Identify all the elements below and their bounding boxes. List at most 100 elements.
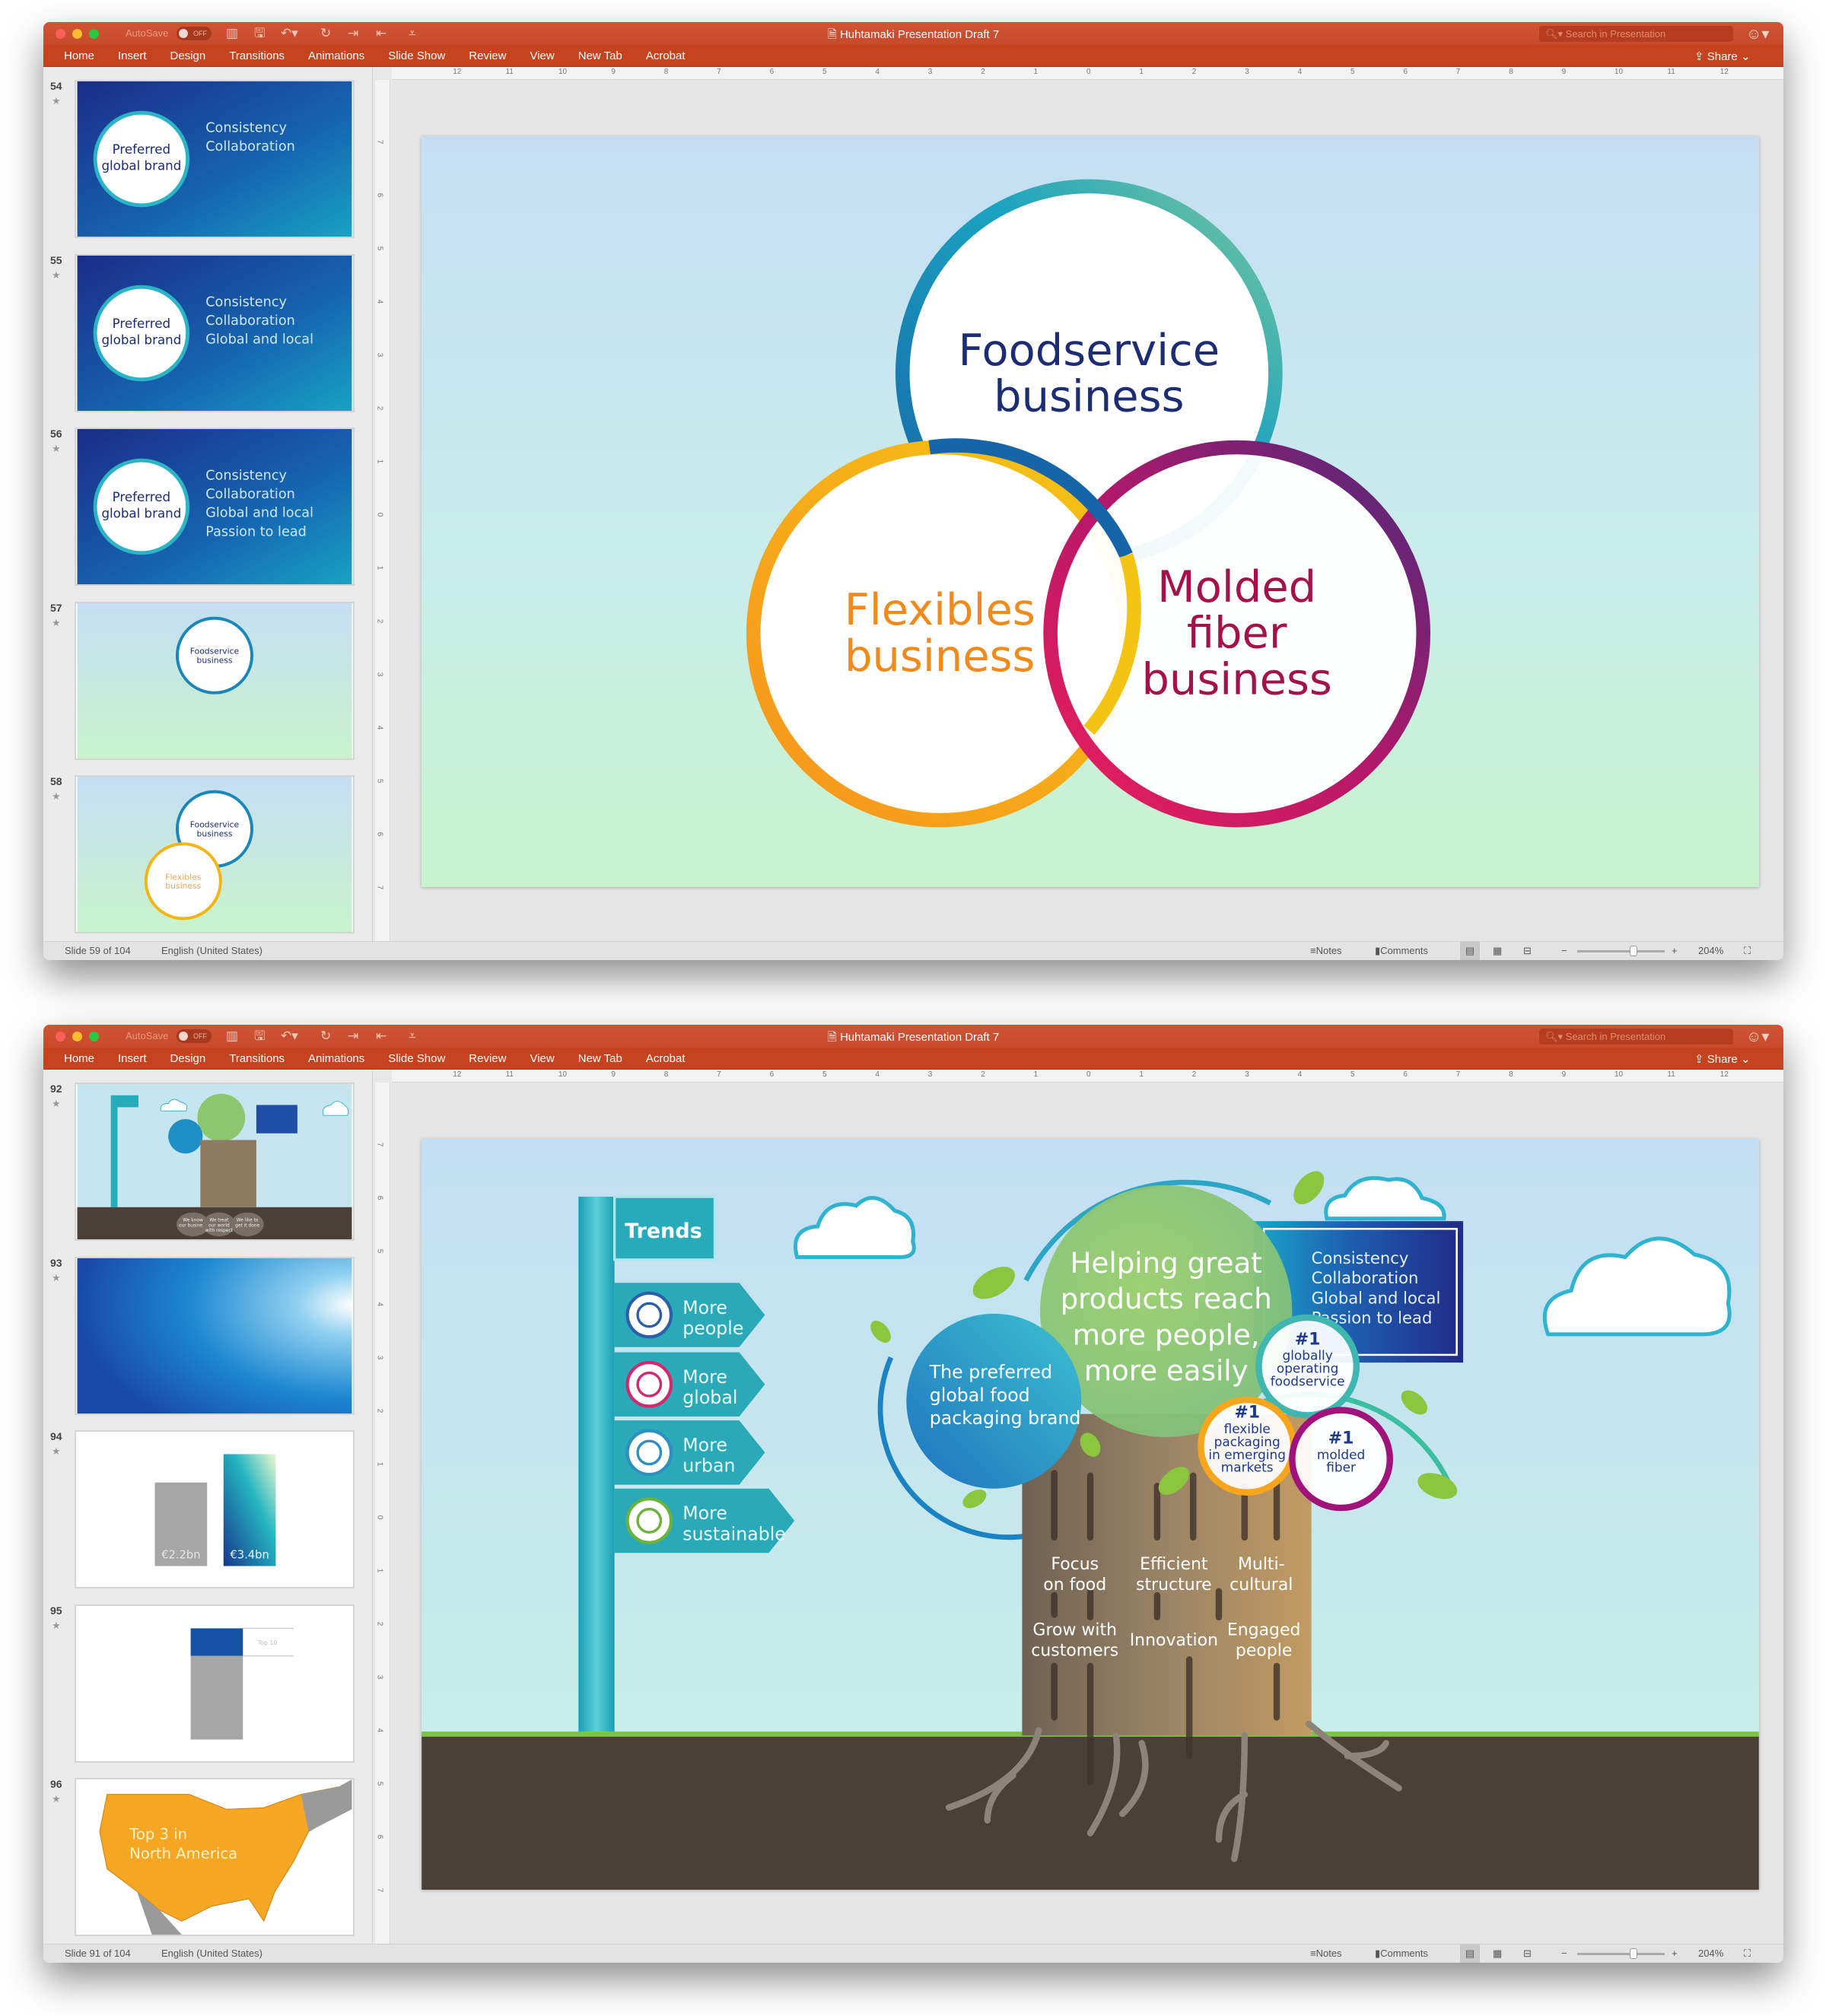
slide-thumbnail-94[interactable]: €2.2bn €3.4bn [75,1430,355,1588]
ruler-label: 6 [375,1195,384,1200]
slide-counter: Slide 91 of 104 [65,1948,131,1959]
slide-thumbnail-panel[interactable]: 54 ★ Preferred global brand Consistency Colla… [43,67,373,941]
slide-thumbnail-58[interactable]: Foodservice business Flexibles business [75,775,355,933]
search-icon: 🔍︎▾ [1545,1031,1566,1042]
slide-thumbnail-57[interactable]: Foodservice business [75,601,355,760]
ruler-label: 4 [375,725,384,730]
ruler-label: 9 [611,68,616,76]
slide-thumbnail-93[interactable] [75,1256,355,1415]
chevron-down-icon[interactable]: ⌄ [1738,50,1751,63]
fit-to-window-icon[interactable]: ⛶ [1744,1944,1751,1963]
thumb-text: Collaboration [205,139,295,154]
document-title: Huhtamaki Presentation Draft 7 [839,1031,1000,1044]
tab-home[interactable]: Home [64,49,94,62]
fit-to-window-icon[interactable]: ⛶ [1744,942,1751,960]
presenter-view-icon[interactable]: ⊟ [1523,1944,1532,1963]
tab-animations[interactable]: Animations [308,49,364,62]
slide-thumbnail-92[interactable]: We know our business We treat our world with… [75,1083,355,1241]
ruler-label: 7 [375,1142,384,1147]
feedback-smiley-icon[interactable]: ☺▾ [1746,24,1769,43]
current-slide-venn[interactable]: Foodservice business Flexibles business … [422,136,1759,887]
foodservice-label-2: business [994,371,1184,422]
notes-button[interactable]: ≡ Notes [1310,1944,1342,1963]
tab-home[interactable]: Home [64,1052,94,1065]
comments-button[interactable]: ▮ Comments [1375,1944,1428,1963]
tab-review[interactable]: Review [469,1052,506,1065]
zoom-level[interactable]: 204% [1698,1944,1723,1963]
language-status[interactable]: English (United States) [161,1944,262,1963]
tab-slide-show[interactable]: Slide Show [388,49,445,62]
slide-sorter-icon[interactable]: ▦ [1493,942,1502,960]
normal-view-icon[interactable]: ▤ [1460,1944,1480,1963]
zoom-slider[interactable] [1577,950,1665,952]
tab-slide-show[interactable]: Slide Show [388,1052,445,1065]
current-slide-tree[interactable]: Trends More people More global More urban More… [422,1139,1759,1890]
slide-thumbnail-96[interactable]: Top 3 in North America [75,1778,355,1936]
thumb-text: our world [208,1223,230,1228]
zoom-slider[interactable] [1577,1953,1665,1955]
normal-view-icon[interactable]: ▤ [1460,942,1480,960]
tab-view[interactable]: View [530,49,554,62]
tab-animations[interactable]: Animations [308,1052,364,1065]
ruler-label: 2 [375,1408,384,1413]
language-status[interactable]: English (United States) [161,942,262,960]
slide-thumbnail-55[interactable]: Preferred global brand Consistency Collabor… [75,253,355,412]
zoom-level[interactable]: 204% [1698,942,1723,960]
star-icon: ★ [52,95,61,107]
ruler-label: 11 [1667,1070,1675,1079]
feedback-smiley-icon[interactable]: ☺▾ [1746,1027,1769,1046]
ribbon-tabs: Home Insert Design Transitions Animations Sli… [43,45,1783,67]
slide-thumbnail-56[interactable]: Preferred global brand Consistency Collabor… [75,428,355,586]
mission-label: more easily [1084,1354,1249,1388]
tab-view[interactable]: View [530,1052,554,1065]
tab-acrobat[interactable]: Acrobat [646,1052,686,1065]
chevron-down-icon[interactable]: ⌄ [1738,1053,1751,1066]
map-label: North America [129,1845,237,1862]
tab-list: Home Insert Design Transitions Animations Sli… [64,1052,686,1065]
thumb-text: global brand [101,507,181,521]
search-input[interactable]: 🔍︎▾ Search in Presentation [1539,1029,1733,1045]
trend-label: More [682,1297,727,1318]
zoom-slider-handle[interactable] [1630,1948,1637,1959]
tab-design[interactable]: Design [170,1052,206,1065]
slide-thumbnail-54[interactable]: Preferred global brand Consistency Collabor… [75,80,355,238]
ruler-label: 7 [375,885,384,890]
ruler-label: 4 [1297,1070,1303,1079]
zoom-in-button[interactable]: + [1672,942,1678,960]
comments-button[interactable]: ▮ Comments [1375,942,1428,960]
search-input[interactable]: 🔍︎▾ Search in Presentation [1539,26,1733,42]
tab-transitions[interactable]: Transitions [229,1052,285,1065]
thumb-text: Collaboration [205,487,295,502]
slide-sorter-icon[interactable]: ▦ [1493,1944,1502,1963]
notes-button[interactable]: ≡ Notes [1310,942,1342,960]
badge-label: fiber [1326,1460,1356,1475]
tab-new-tab[interactable]: New Tab [578,1052,622,1065]
ruler-label: 6 [375,192,384,198]
share-button[interactable]: ⇪ Share ⌄ [1694,1052,1751,1066]
tab-acrobat[interactable]: Acrobat [646,49,686,62]
slide-number: 58 [50,775,62,787]
presenter-view-icon[interactable]: ⊟ [1523,942,1532,960]
slide-thumbnail-95[interactable]: Top 10 [75,1604,355,1763]
foodservice-label-1: Foodservice [959,325,1220,376]
ruler-label: 1 [1033,1070,1039,1079]
tab-review[interactable]: Review [469,49,506,62]
ruler-label: 7 [717,68,721,76]
tab-insert[interactable]: Insert [118,49,147,62]
share-button[interactable]: ⇪ Share ⌄ [1694,49,1751,63]
tab-new-tab[interactable]: New Tab [578,49,622,62]
zoom-out-button[interactable]: − [1561,1944,1567,1963]
tab-insert[interactable]: Insert [118,1052,147,1065]
zoom-out-button[interactable]: − [1561,942,1567,960]
tab-design[interactable]: Design [170,49,206,62]
zoom-slider-handle[interactable] [1630,946,1637,956]
zoom-in-button[interactable]: + [1672,1944,1678,1963]
slide-thumbnail-panel[interactable]: 92 ★ We know our business We treat our world w… [43,1070,373,1944]
trunk-label: Multi- [1238,1555,1285,1574]
star-icon: ★ [52,1271,61,1283]
rank-label: #1 [1295,1330,1321,1349]
tab-list: Home Insert Design Transitions Animations Sli… [64,49,686,62]
trunk-label: people [1236,1641,1292,1660]
ruler-label: 0 [375,1515,384,1520]
tab-transitions[interactable]: Transitions [229,49,285,62]
